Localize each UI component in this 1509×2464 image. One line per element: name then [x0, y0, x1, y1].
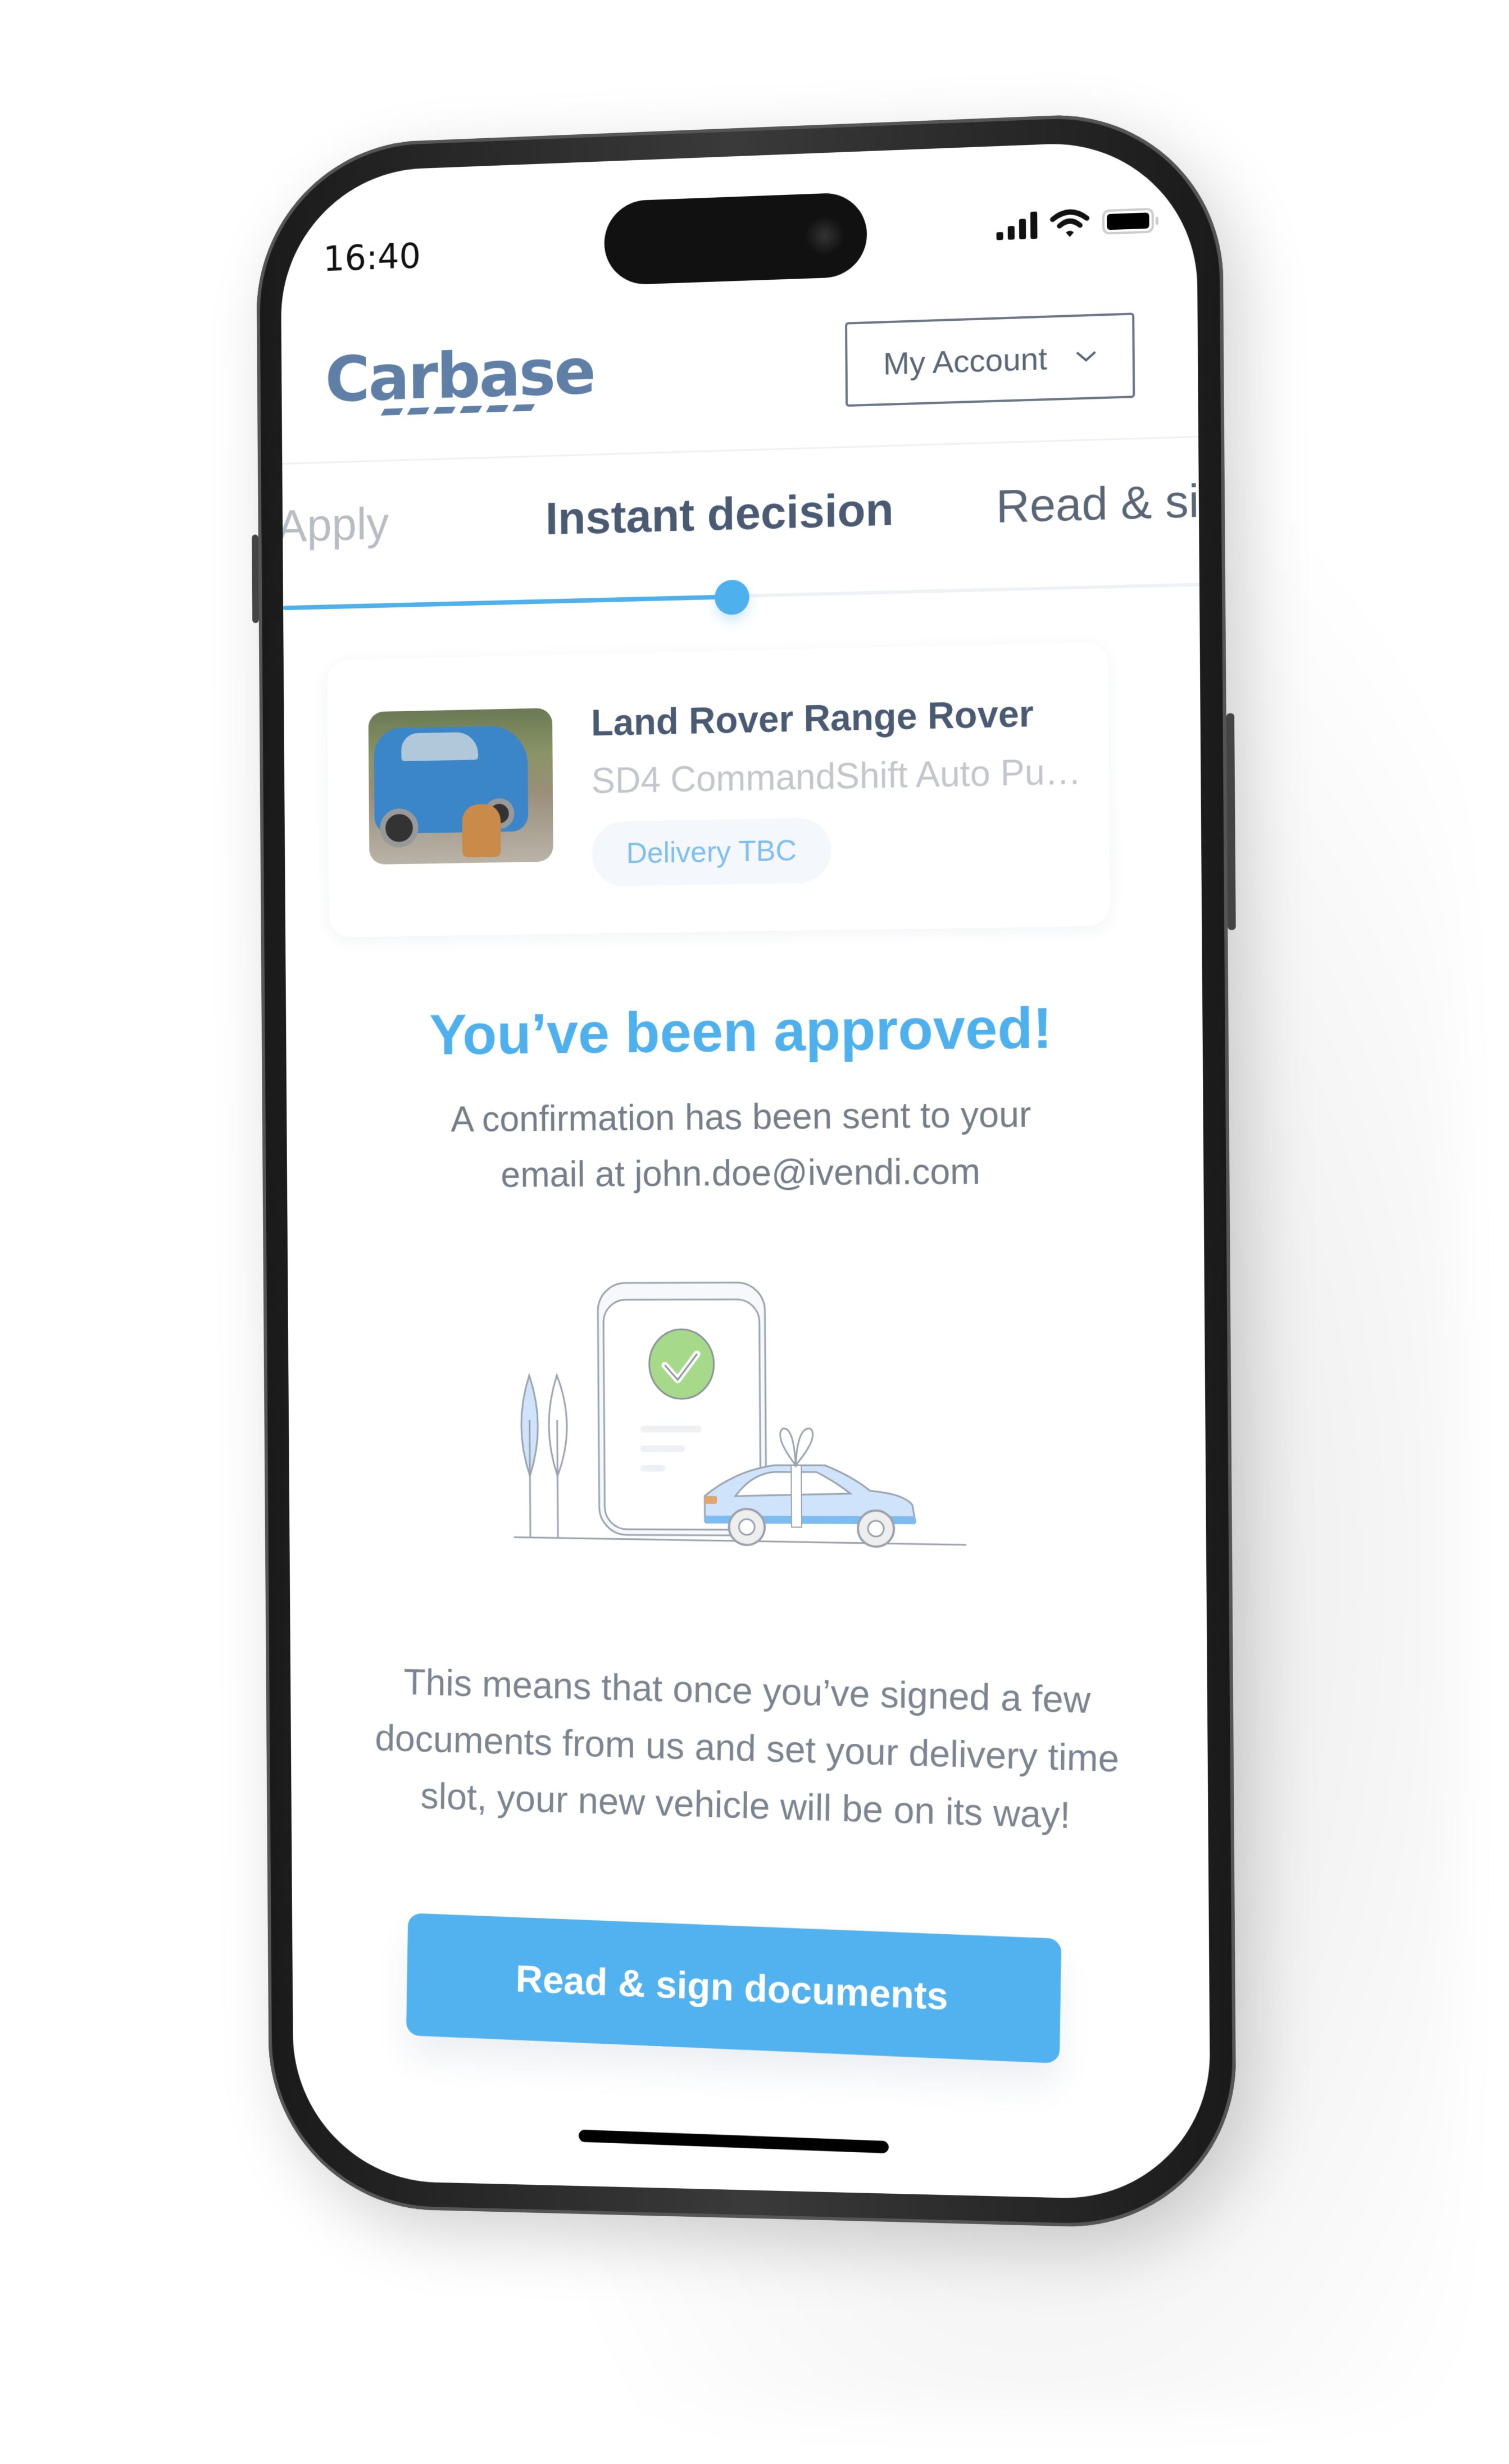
phone-frame: 16:40 Carbase My Account Apply Instant d… [252, 108, 1237, 2231]
confirmation-line-2: email at john.doe@ivendi.com [501, 1151, 981, 1195]
approved-heading: You’ve been approved! [429, 995, 1053, 1067]
vehicle-image [368, 708, 553, 865]
vehicle-subtitle: SD4 CommandShift Auto Pu… [591, 751, 1081, 801]
check-circle-icon [649, 1329, 714, 1399]
logo-text: Carbase [325, 335, 595, 416]
carbase-logo[interactable]: Carbase [325, 335, 594, 417]
progress-steps: Apply Instant decision Read & si [280, 446, 1199, 584]
status-icons [996, 206, 1154, 241]
vehicle-title: Land Rover Range Rover [590, 692, 1034, 744]
progress-track [283, 579, 1199, 616]
read-sign-documents-button[interactable]: Read & sign documents [406, 1913, 1062, 2064]
step-read-sign[interactable]: Read & si [996, 475, 1199, 534]
vehicle-card[interactable]: Land Rover Range Rover SD4 CommandShift … [327, 642, 1110, 938]
my-account-button[interactable]: My Account [845, 312, 1135, 407]
chevron-down-icon [1076, 351, 1097, 362]
explanation-text: This means that once you’ve signed a few… [375, 1661, 1120, 1836]
battery-icon [1102, 207, 1154, 235]
signal-icon [996, 210, 1038, 240]
trees-illustration [521, 1375, 567, 1537]
home-indicator[interactable] [578, 2129, 889, 2154]
step-apply[interactable]: Apply [280, 498, 389, 553]
side-button [1226, 713, 1236, 930]
confirmation-text: A confirmation has been sent to your ema… [287, 1084, 1204, 1204]
camera-icon [805, 215, 845, 256]
volume-up-button [252, 534, 259, 624]
dynamic-island [604, 192, 867, 286]
progress-fill [283, 594, 732, 611]
step-instant-decision[interactable]: Instant decision [545, 483, 894, 545]
wifi-icon [1049, 208, 1089, 238]
confirmation-line-1: A confirmation has been sent to your [451, 1094, 1031, 1140]
approval-illustration [512, 1273, 972, 1590]
app-header: Carbase My Account [281, 303, 1198, 462]
phone-screen: 16:40 Carbase My Account Apply Instant d… [280, 138, 1211, 2202]
status-time: 16:40 [323, 235, 421, 280]
delivery-status-badge: Delivery TBC [592, 817, 832, 887]
my-account-label: My Account [883, 340, 1048, 381]
progress-current-dot [714, 579, 749, 616]
